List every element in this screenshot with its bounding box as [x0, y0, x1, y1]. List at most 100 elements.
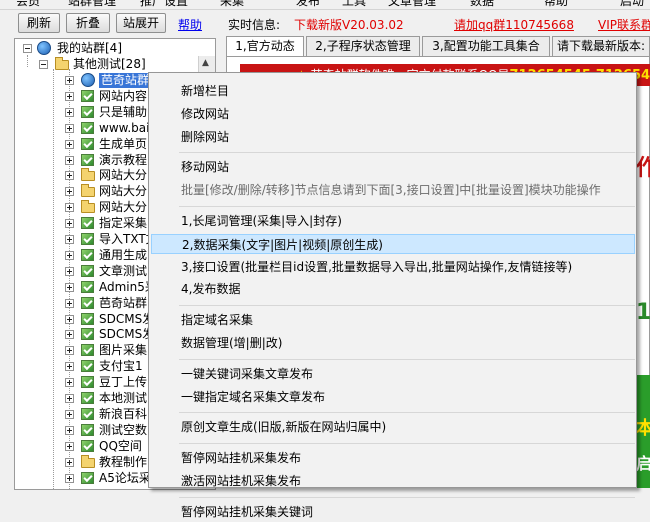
- context-menu-item[interactable]: 新增栏目: [181, 81, 229, 101]
- tab-1[interactable]: 1,官方动态: [226, 36, 304, 57]
- tab-3[interactable]: 3,配置功能工具集合: [422, 36, 550, 56]
- context-menu-item[interactable]: 指定域名采集: [181, 310, 253, 330]
- tab-2[interactable]: 2,子程序状态管理: [306, 36, 420, 56]
- qq-group-link[interactable]: 请加qq群110745668: [454, 16, 574, 33]
- context-menu-item[interactable]: 4,发布数据: [181, 279, 240, 299]
- tree-site-label: QQ空间: [99, 438, 142, 453]
- top-menu-item[interactable]: 采集: [220, 0, 244, 9]
- context-menu-item[interactable]: 数据管理(增|删|改): [181, 333, 282, 353]
- context-menu-item[interactable]: 暂停网站挂机采集关键词: [181, 502, 313, 522]
- tree-site-label: 文章测试: [99, 263, 148, 278]
- context-menu-item[interactable]: 修改网站: [181, 104, 229, 124]
- top-menu-item[interactable]: 帮助: [544, 0, 568, 9]
- context-menu-item: 批量[修改/删除/转移]节点信息请到下面[3,接口设置]中[批量设置]模块功能操…: [181, 183, 601, 198]
- context-menu-item[interactable]: 移动网站: [181, 157, 229, 177]
- vip-contact-link[interactable]: VIP联系群: [598, 16, 650, 33]
- expand-toggle-icon[interactable]: [65, 107, 74, 117]
- side-fragment: 作: [636, 156, 650, 181]
- top-menu-item[interactable]: 发布: [296, 0, 320, 9]
- tree-site-label: 图片采集: [99, 343, 148, 358]
- top-menu-item[interactable]: 站群管理: [68, 0, 116, 9]
- site-icon: [81, 376, 94, 389]
- expand-toggle-icon[interactable]: [65, 235, 74, 244]
- menu-separator: [179, 152, 635, 154]
- expand-toggle-icon[interactable]: [65, 298, 74, 308]
- tree-site-label: 生成单页: [99, 136, 148, 151]
- expand-toggle-icon[interactable]: [65, 425, 74, 435]
- expand-toggle-icon[interactable]: [65, 441, 74, 451]
- context-menu-item[interactable]: 原创文章生成(旧版,新版在网站归属中): [181, 417, 386, 437]
- expand-toggle-icon[interactable]: [65, 330, 74, 340]
- expand-button[interactable]: 站展开: [116, 13, 166, 33]
- top-menu-item[interactable]: 文章管理: [388, 0, 436, 9]
- top-menu-item[interactable]: 会员: [16, 0, 40, 9]
- site-icon: [81, 153, 94, 166]
- context-menu-item[interactable]: 暂停网站挂机采集发布: [181, 448, 301, 468]
- tree-site-label: 通用生成: [99, 247, 148, 262]
- top-menu-item[interactable]: 数据: [470, 0, 494, 9]
- tree-site-label: 演示教程: [99, 152, 148, 167]
- help-link[interactable]: 帮助: [178, 16, 202, 33]
- context-menu: 新增栏目修改网站删除网站移动网站批量[修改/删除/转移]节点信息请到下面[3,接…: [148, 72, 637, 519]
- folder-icon: [81, 454, 95, 468]
- site-icon: [81, 248, 94, 261]
- site-icon: [81, 360, 94, 373]
- collapse-toggle-icon[interactable]: [39, 60, 48, 69]
- expand-toggle-icon[interactable]: [65, 139, 74, 149]
- expand-toggle-icon[interactable]: [65, 203, 74, 213]
- site-icon: [81, 105, 94, 118]
- expand-toggle-icon[interactable]: [65, 362, 74, 372]
- expand-toggle-icon[interactable]: [65, 378, 74, 388]
- expand-toggle-icon[interactable]: [65, 155, 74, 165]
- top-menu-item[interactable]: 启动: [620, 0, 644, 9]
- realtime-info-label: 实时信息:: [228, 18, 281, 32]
- expand-toggle-icon[interactable]: [65, 219, 74, 229]
- context-menu-item[interactable]: 删除网站: [181, 127, 229, 147]
- expand-toggle-icon[interactable]: [65, 91, 74, 101]
- context-menu-item[interactable]: 3,接口设置(批量栏目id设置,批量数据导入导出,批量网站操作,友情链接等): [181, 257, 572, 277]
- folder-icon: [55, 57, 69, 70]
- context-menu-item[interactable]: 2,数据采集(文字|图片|视频|原创生成): [151, 233, 635, 254]
- expand-toggle-icon[interactable]: [65, 409, 74, 419]
- site-icon: [81, 217, 94, 230]
- expand-toggle-icon[interactable]: [65, 346, 74, 356]
- expand-toggle-icon[interactable]: [65, 123, 74, 133]
- tree-site-label: 芭奇站群: [99, 295, 148, 310]
- tab-4[interactable]: 请下载最新版本:: [552, 36, 650, 56]
- context-menu-item[interactable]: 1,长尾词管理(采集|导入|封存): [181, 211, 342, 231]
- site-icon: [81, 439, 94, 452]
- scroll-up-arrow-icon[interactable]: ▲: [202, 58, 209, 68]
- site-icon: [81, 121, 94, 134]
- context-menu-item[interactable]: 激活网站挂机采集发布: [181, 471, 301, 491]
- download-new-version-link[interactable]: 下载新版V20.03.02: [294, 16, 404, 33]
- site-icon: [81, 296, 94, 309]
- collapse-toggle-icon[interactable]: [23, 44, 32, 53]
- expand-toggle-icon[interactable]: [65, 266, 74, 276]
- tree-site-label: 网站大分: [99, 168, 148, 183]
- expand-toggle-icon[interactable]: [65, 76, 74, 85]
- site-icon: [81, 392, 94, 404]
- top-menu-item[interactable]: 工具: [342, 0, 366, 9]
- expand-toggle-icon[interactable]: [65, 282, 74, 292]
- refresh-button[interactable]: 刷新: [18, 13, 60, 33]
- site-icon: [81, 344, 94, 357]
- tree-site-label: 指定采集: [99, 216, 148, 231]
- context-menu-item[interactable]: 一键关键词采集文章发布: [181, 364, 313, 384]
- expand-toggle-icon[interactable]: [65, 457, 74, 467]
- site-icon: [81, 312, 94, 325]
- site-icon: [81, 264, 94, 277]
- side-fragment: 本: [636, 418, 650, 439]
- expand-toggle-icon[interactable]: [65, 250, 74, 260]
- top-menu-item[interactable]: 推广设置: [140, 0, 188, 9]
- expand-toggle-icon[interactable]: [65, 187, 74, 197]
- expand-toggle-icon[interactable]: [65, 314, 74, 324]
- site-icon: [81, 89, 94, 102]
- globe-icon: [81, 73, 95, 87]
- expand-toggle-icon[interactable]: [65, 473, 74, 483]
- context-menu-item[interactable]: 一键指定域名采集文章发布: [181, 387, 325, 407]
- expand-toggle-icon[interactable]: [65, 394, 74, 403]
- toolbar: 刷新 折叠 站展开 帮助 实时信息: 下载新版V20.03.02 请加qq群11…: [0, 10, 650, 36]
- expand-toggle-icon[interactable]: [65, 171, 74, 181]
- collapse-button[interactable]: 折叠: [66, 13, 110, 33]
- tree-site-label: 网站大分: [99, 184, 148, 199]
